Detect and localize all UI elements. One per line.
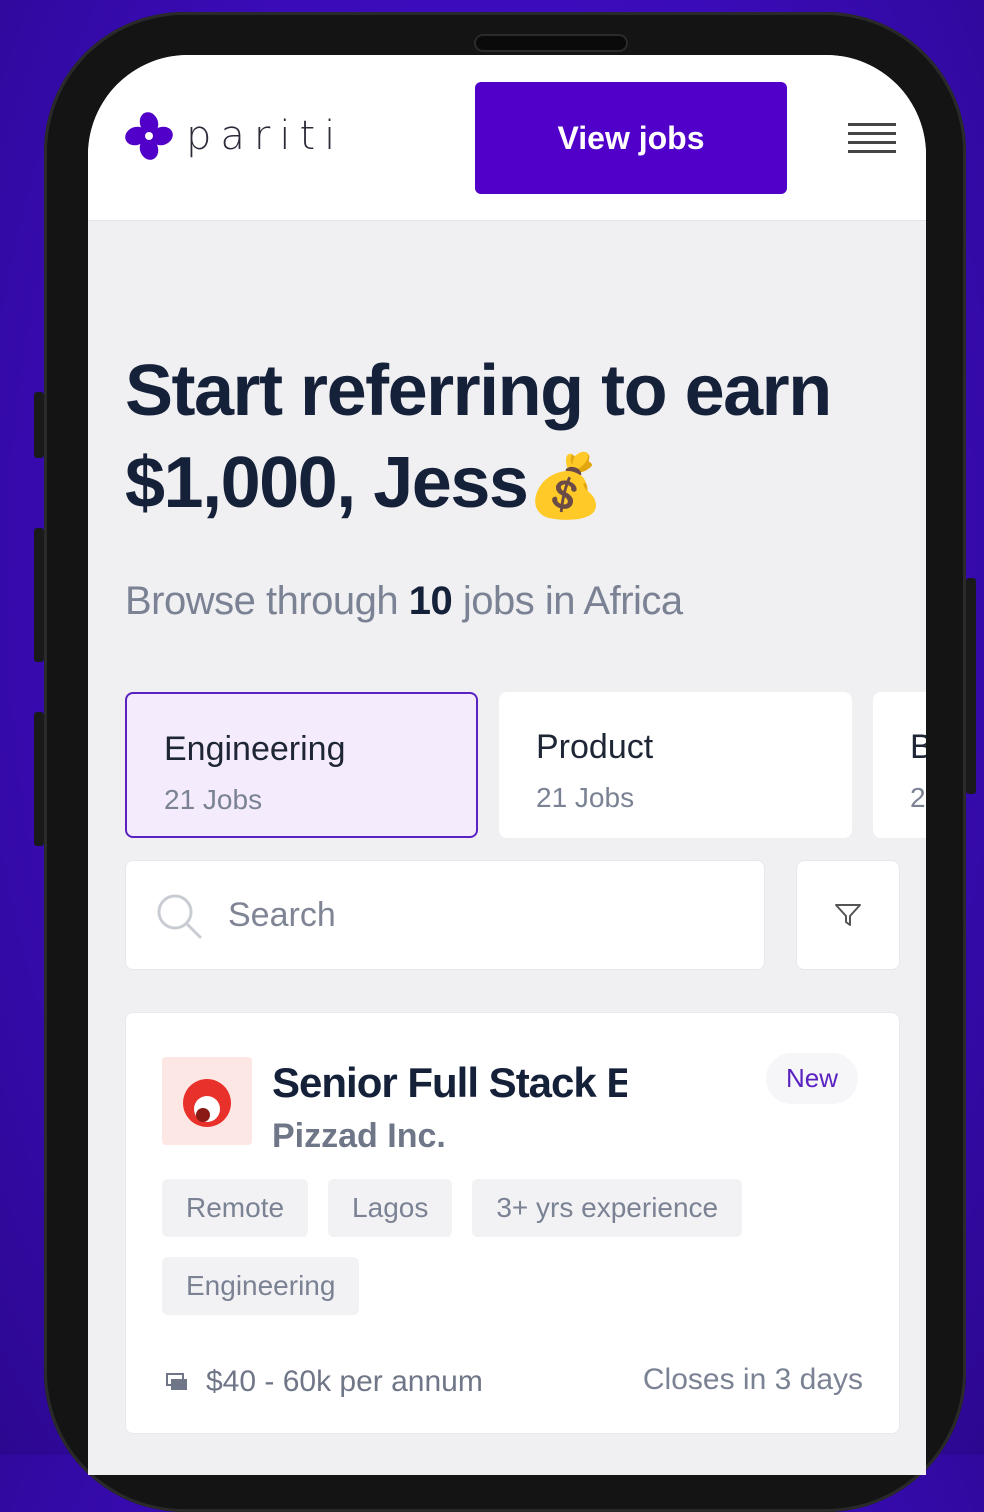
tag-category: Engineering [162,1257,360,1315]
subtitle-prefix: Browse through [125,579,409,623]
tag-location: Lagos [328,1179,453,1237]
subtitle-suffix: jobs in Africa [452,579,683,623]
app-header: pariti View jobs [88,55,926,221]
phone-speaker [474,34,628,52]
volume-up-button [34,528,44,662]
search-box [125,860,765,970]
power-button [966,578,976,794]
job-card[interactable]: Senior Full Stack Engineer New Pizzad In… [125,1012,900,1434]
page-headline: Start referring to earn $1,000, Jess💰 [125,345,885,533]
category-count: 21 Jobs [536,782,635,813]
salary-text: $40 - 60k per annum [206,1365,483,1398]
logo-wordmark: pariti [186,113,345,159]
tag-experience: 3+ yrs experience [472,1179,743,1237]
tag-remote: Remote [162,1179,309,1237]
job-tags: Remote Lagos 3+ yrs experience Engineeri… [162,1179,862,1315]
pizzad-logo-icon [183,1079,231,1127]
closing-date: Closes in 3 days [642,1363,863,1396]
company-logo [162,1057,252,1145]
headline-text: Start referring to earn $1,000, Jess [125,351,832,523]
category-name: B [910,728,926,766]
category-count: 21 Jobs [164,784,263,815]
money-bag-icon: 💰 [527,452,604,521]
pariti-logo-icon [125,112,173,160]
money-icon [166,1373,187,1390]
view-jobs-button[interactable]: View jobs [475,82,787,194]
mute-switch [34,392,44,458]
filter-icon [835,904,861,926]
category-card-engineering[interactable]: Engineering 21 Jobs [125,692,478,838]
search-input[interactable] [226,889,730,941]
volume-down-button [34,712,44,846]
category-card-partial[interactable]: B 2 [873,692,926,838]
hamburger-menu-icon[interactable] [848,123,896,155]
search-icon [157,894,202,939]
category-card-product[interactable]: Product 21 Jobs [499,692,852,838]
job-title[interactable]: Senior Full Stack Engineer [272,1059,627,1107]
category-name: Engineering [164,730,346,768]
new-badge: New [766,1053,859,1104]
jobs-count-subtitle: Browse through 10 jobs in Africa [125,579,683,624]
salary-info: $40 - 60k per annum [166,1365,483,1399]
company-name: Pizzad Inc. [272,1117,446,1155]
jobs-count: 10 [408,579,453,623]
category-count: 2 [910,782,926,813]
pariti-logo[interactable]: pariti [124,111,344,161]
filter-button[interactable] [796,860,900,970]
category-name: Product [536,728,654,766]
phone-screen: pariti View jobs Start referring to earn… [88,55,926,1475]
